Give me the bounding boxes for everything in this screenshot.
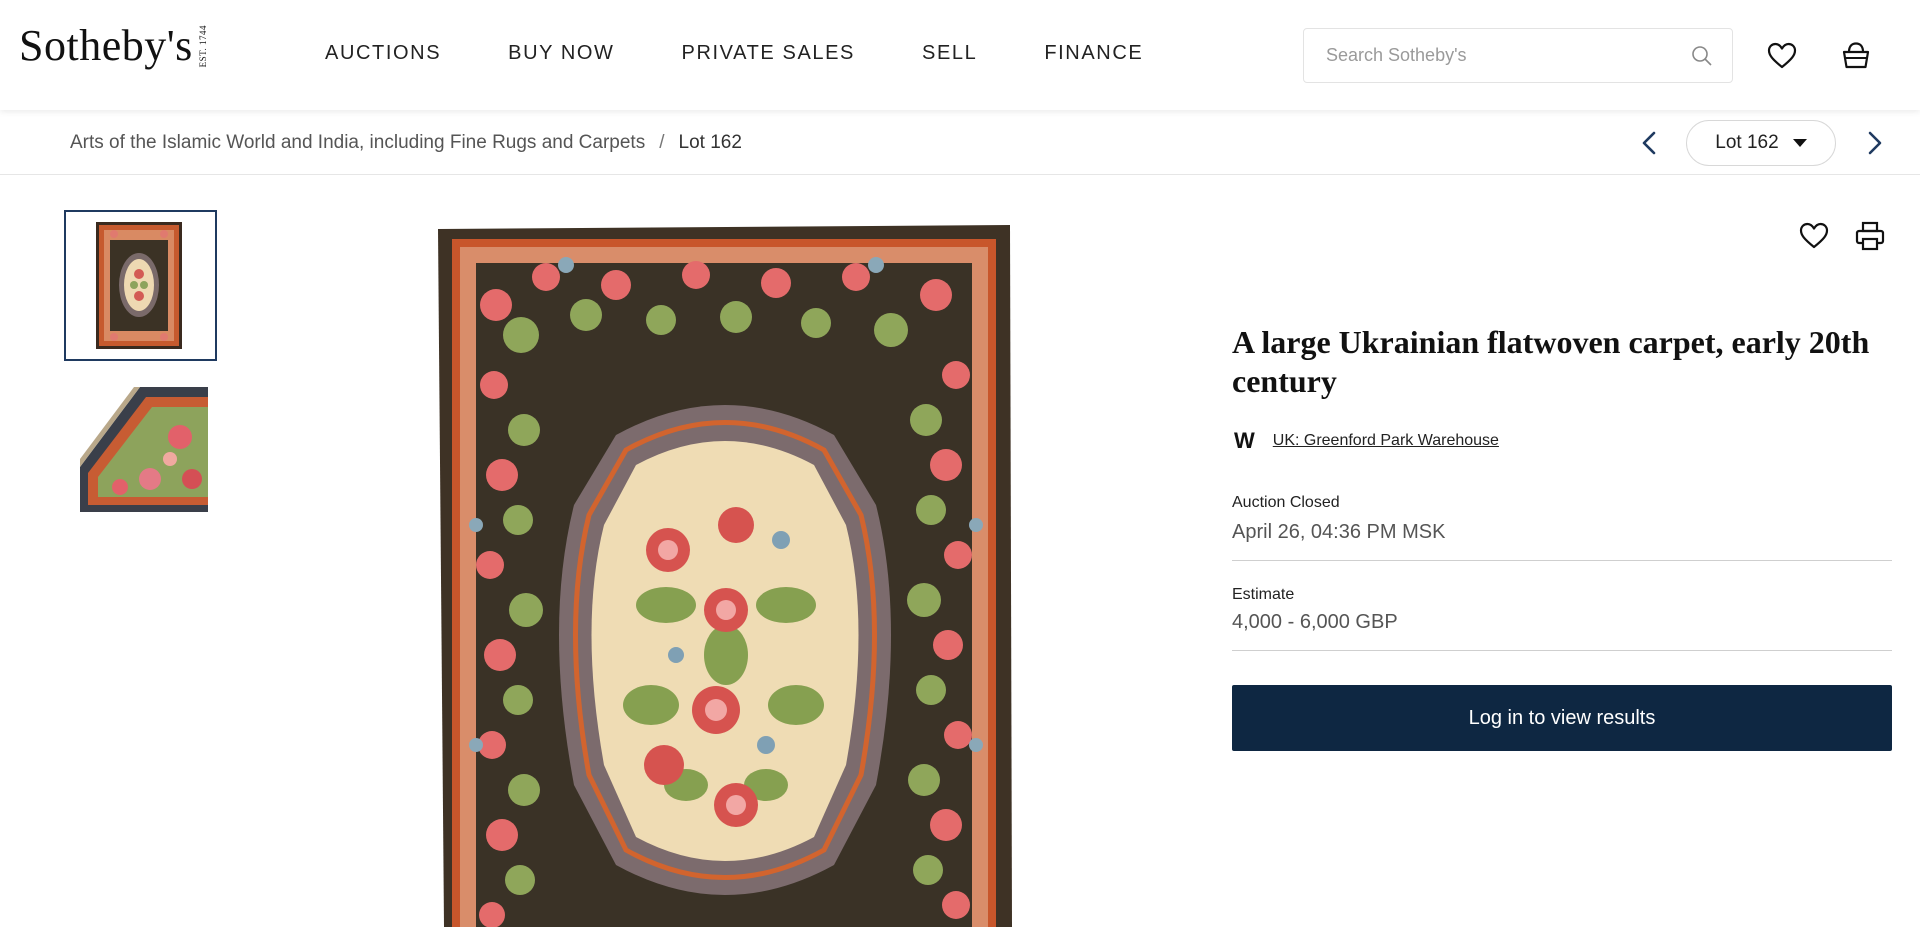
thumbnail-2[interactable] (80, 387, 208, 512)
logo-text: Sotheby's (19, 21, 193, 70)
print-icon[interactable] (1854, 220, 1886, 252)
divider (1232, 650, 1892, 651)
breadcrumb-current: Lot 162 (678, 132, 742, 153)
search-box (1303, 28, 1733, 83)
lot-selector-value: Lot 162 (1715, 132, 1779, 153)
location-badge: W (1234, 428, 1255, 453)
nav-buy-now[interactable]: BUY NOW (508, 42, 614, 65)
location-link[interactable]: UK: Greenford Park Warehouse (1273, 432, 1499, 450)
carpet-thumbnail-image (66, 212, 215, 359)
breadcrumb-sale-link[interactable]: Arts of the Islamic World and India, inc… (70, 132, 645, 154)
search-input[interactable] (1326, 29, 1686, 82)
auction-closed-date: April 26, 04:36 PM MSK (1232, 521, 1446, 543)
favorite-heart-icon[interactable] (1798, 220, 1830, 252)
heart-icon[interactable] (1766, 40, 1798, 72)
nav-private-sales[interactable]: PRIVATE SALES (682, 42, 855, 65)
caret-down-icon (1792, 139, 1807, 147)
nav-sell[interactable]: SELL (922, 42, 977, 65)
divider (1232, 560, 1892, 561)
carpet-main-image[interactable] (436, 225, 1014, 927)
nav-finance[interactable]: FINANCE (1044, 42, 1143, 65)
breadcrumb-separator: / (659, 132, 665, 153)
chevron-right-icon[interactable] (1862, 128, 1888, 158)
estimate-value: 4,000 - 6,000 GBP (1232, 611, 1398, 633)
breadcrumb: Arts of the Islamic World and India, inc… (70, 132, 742, 154)
carpet-corner-thumbnail-image (80, 387, 208, 512)
sothebys-logo[interactable]: Sotheby's EST. 1744 (19, 24, 208, 68)
chevron-left-icon[interactable] (1636, 128, 1662, 158)
estimate-label: Estimate (1232, 586, 1295, 603)
lot-title: A large Ukrainian flatwoven carpet, earl… (1232, 324, 1870, 399)
basket-icon[interactable] (1840, 40, 1872, 72)
login-to-view-results-button[interactable]: Log in to view results (1232, 685, 1892, 751)
thumbnail-1[interactable] (64, 210, 217, 361)
nav-auctions[interactable]: AUCTIONS (325, 42, 441, 65)
site-header: Sotheby's EST. 1744 AUCTIONS BUY NOW PRI… (0, 0, 1920, 110)
breadcrumb-bar: Arts of the Islamic World and India, inc… (0, 111, 1920, 175)
main-nav: AUCTIONS BUY NOW PRIVATE SALES SELL FINA… (325, 42, 1210, 65)
lot-selector[interactable]: Lot 162 (1686, 120, 1836, 166)
auction-status-label: Auction Closed (1232, 494, 1340, 511)
logo-est-mark: EST. 1744 (197, 24, 208, 68)
location-row: W UK: Greenford Park Warehouse (1234, 428, 1499, 454)
search-icon[interactable] (1690, 44, 1714, 68)
